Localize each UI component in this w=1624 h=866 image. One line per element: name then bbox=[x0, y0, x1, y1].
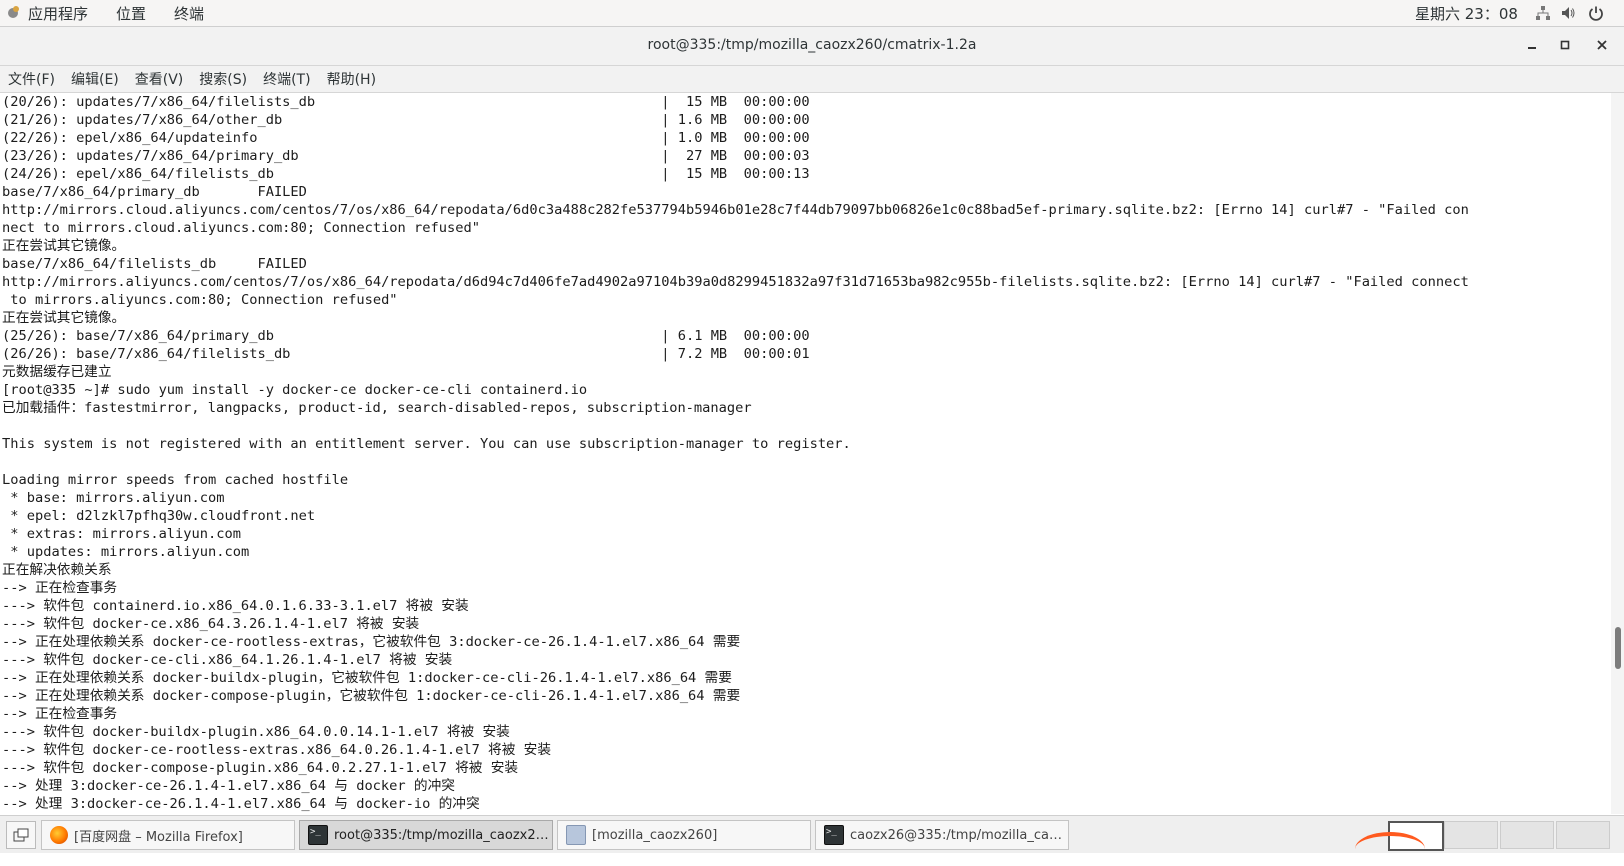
terminal-line: (22/26): epel/x86_64/updateinfo | 1.0 MB… bbox=[2, 130, 810, 146]
terminal-line: --> 正在处理依赖关系 docker-buildx-plugin，它被软件包 … bbox=[2, 670, 732, 686]
terminal-line: --> 正在处理依赖关系 docker-compose-plugin，它被软件包… bbox=[2, 688, 741, 704]
window-title-bar[interactable]: root@335:/tmp/mozilla_caozx260/cmatrix-1… bbox=[0, 27, 1624, 66]
terminal-line: nect to mirrors.cloud.aliyuncs.com:80; C… bbox=[2, 220, 480, 236]
terminal-line: http://mirrors.cloud.aliyuncs.com/centos… bbox=[2, 202, 1469, 218]
task-label: [百度网盘 – Mozilla Firefox] bbox=[74, 829, 243, 845]
terminal-line: --> 处理 3:docker-ce-26.1.4-1.el7.x86_64 与… bbox=[2, 796, 480, 812]
menu-terminal[interactable]: 终端(T) bbox=[255, 69, 318, 89]
firefox-icon bbox=[50, 826, 68, 844]
workspace-3[interactable] bbox=[1500, 821, 1554, 849]
terminal-line: --> 正在检查事务 bbox=[2, 706, 118, 722]
task-firefox[interactable]: [百度网盘 – Mozilla Firefox] bbox=[41, 820, 295, 850]
terminal-line: ---> 软件包 docker-ce-rootless-extras.x86_6… bbox=[2, 742, 552, 758]
terminal-line: (26/26): base/7/x86_64/filelists_db | 7.… bbox=[2, 346, 810, 362]
maximize-button[interactable] bbox=[1556, 36, 1574, 54]
minimize-button[interactable] bbox=[1523, 36, 1541, 54]
terminal-line: (20/26): updates/7/x86_64/filelists_db |… bbox=[2, 94, 810, 110]
terminal-line: ---> 软件包 docker-compose-plugin.x86_64.0.… bbox=[2, 760, 519, 776]
terminal-line: * base: mirrors.aliyun.com bbox=[2, 490, 225, 506]
network-icon[interactable] bbox=[1535, 5, 1551, 21]
top-bar: 应用程序 位置 终端 星期六 23：08 bbox=[0, 0, 1624, 27]
terminal-line: Loading mirror speeds from cached hostfi… bbox=[2, 472, 349, 488]
top-menu-places[interactable]: 位置 bbox=[116, 3, 146, 24]
folder-icon bbox=[566, 825, 586, 845]
menu-search[interactable]: 搜索(S) bbox=[191, 69, 255, 89]
terminal-line: 元数据缓存已建立 bbox=[2, 364, 112, 380]
terminal-line: * extras: mirrors.aliyun.com bbox=[2, 526, 241, 542]
show-desktop-button[interactable] bbox=[6, 821, 36, 849]
terminal-line: ---> 软件包 docker-buildx-plugin.x86_64.0.0… bbox=[2, 724, 510, 740]
terminal-scrollbar[interactable] bbox=[1611, 93, 1624, 814]
scrollbar-thumb[interactable] bbox=[1615, 627, 1621, 669]
clock[interactable]: 星期六 23：08 bbox=[1415, 3, 1518, 24]
terminal-line: base/7/x86_64/filelists_db FAILED bbox=[2, 256, 307, 272]
menu-view[interactable]: 查看(V) bbox=[127, 69, 192, 89]
terminal-line: --> 处理 3:docker-ce-26.1.4-1.el7.x86_64 与… bbox=[2, 778, 455, 794]
terminal-line: 正在尝试其它镜像。 bbox=[2, 238, 126, 254]
close-button[interactable] bbox=[1593, 36, 1611, 54]
terminal-icon bbox=[824, 825, 844, 845]
terminal-line: ---> 软件包 docker-ce-cli.x86_64.1.26.1.4-1… bbox=[2, 652, 453, 668]
window-title: root@335:/tmp/mozilla_caozx260/cmatrix-1… bbox=[647, 37, 977, 53]
power-icon[interactable] bbox=[1588, 5, 1604, 21]
terminal-line: to mirrors.aliyuncs.com:80; Connection r… bbox=[2, 292, 398, 308]
terminal-line: --> 正在检查事务 bbox=[2, 580, 118, 596]
workspace-2[interactable] bbox=[1444, 821, 1498, 849]
gnome-foot-icon bbox=[6, 5, 22, 21]
terminal-text: (20/26): updates/7/x86_64/filelists_db |… bbox=[0, 93, 1611, 813]
terminal-line: [root@335 ~]# sudo yum install -y docker… bbox=[2, 382, 588, 398]
terminal-line: (21/26): updates/7/x86_64/other_db | 1.6… bbox=[2, 112, 810, 128]
volume-icon[interactable] bbox=[1560, 5, 1576, 21]
terminal-line: base/7/x86_64/primary_db FAILED bbox=[2, 184, 307, 200]
task-label: caozx26@335:/tmp/mozilla_caozx… bbox=[850, 827, 1068, 843]
applications-menu[interactable]: 应用程序 bbox=[0, 3, 116, 24]
terminal-line: --> 正在处理依赖关系 docker-ce-rootless-extras，它… bbox=[2, 634, 741, 650]
terminal-output[interactable]: (20/26): updates/7/x86_64/filelists_db |… bbox=[0, 93, 1611, 814]
annotation-stroke bbox=[1355, 832, 1425, 866]
terminal-line: This system is not registered with an en… bbox=[2, 436, 851, 452]
terminal-line: ---> 软件包 docker-ce.x86_64.3.26.1.4-1.el7… bbox=[2, 616, 420, 632]
task-root-terminal[interactable]: root@335:/tmp/mozilla_caozx260/… bbox=[299, 820, 553, 850]
task-file-manager[interactable]: [mozilla_caozx260] bbox=[557, 820, 811, 850]
terminal-line: (24/26): epel/x86_64/filelists_db | 15 M… bbox=[2, 166, 810, 182]
menu-edit[interactable]: 编辑(E) bbox=[63, 69, 127, 89]
terminal-line: http://mirrors.aliyuncs.com/centos/7/os/… bbox=[2, 274, 1469, 290]
menu-bar: 文件(F) 编辑(E) 查看(V) 搜索(S) 终端(T) 帮助(H) bbox=[0, 66, 1624, 93]
menu-file[interactable]: 文件(F) bbox=[0, 69, 63, 89]
terminal-line: 已加载插件：fastestmirror, langpacks, product-… bbox=[2, 400, 752, 416]
terminal-line: * epel: d2lzkl7pfhq30w.cloudfront.net bbox=[2, 508, 316, 524]
terminal-icon bbox=[308, 825, 328, 845]
task-label: root@335:/tmp/mozilla_caozx260/… bbox=[334, 827, 552, 843]
top-menu-applications[interactable]: 应用程序 bbox=[28, 3, 88, 24]
top-menu-terminal[interactable]: 终端 bbox=[174, 3, 204, 24]
terminal-line: (25/26): base/7/x86_64/primary_db | 6.1 … bbox=[2, 328, 810, 344]
terminal-line: * updates: mirrors.aliyun.com bbox=[2, 544, 250, 560]
task-label: [mozilla_caozx260] bbox=[592, 827, 718, 843]
terminal-line: (23/26): updates/7/x86_64/primary_db | 2… bbox=[2, 148, 810, 164]
terminal-line: 正在尝试其它镜像。 bbox=[2, 310, 126, 326]
menu-help[interactable]: 帮助(H) bbox=[319, 69, 384, 89]
terminal-line: ---> 软件包 containerd.io.x86_64.0.1.6.33-3… bbox=[2, 598, 469, 614]
terminal-line: 正在解决依赖关系 bbox=[2, 562, 112, 578]
workspace-4[interactable] bbox=[1556, 821, 1610, 849]
task-user-terminal[interactable]: caozx26@335:/tmp/mozilla_caozx… bbox=[815, 820, 1069, 850]
